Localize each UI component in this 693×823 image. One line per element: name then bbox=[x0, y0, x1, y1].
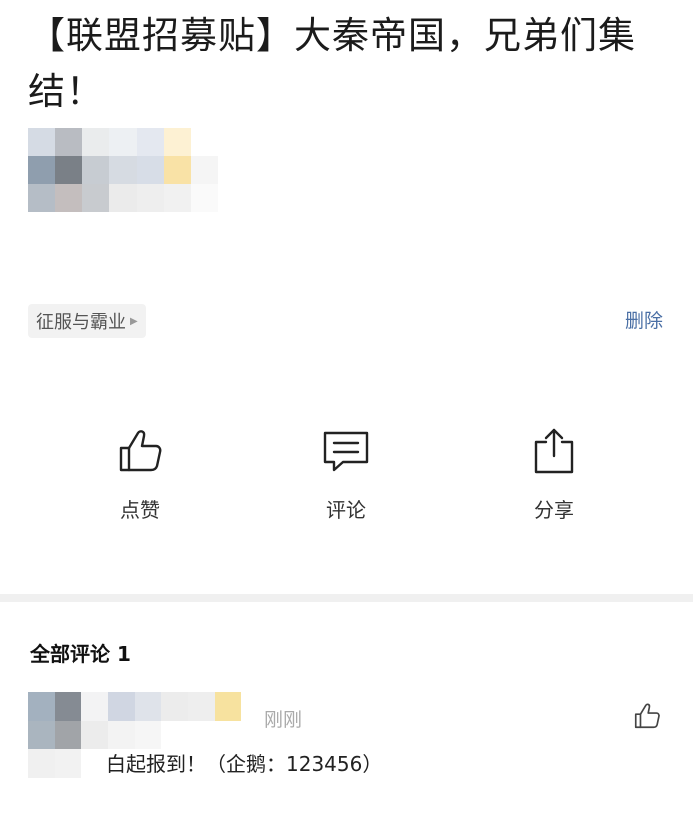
comments-header: 全部评论 1 bbox=[30, 642, 131, 666]
comment-icon bbox=[323, 431, 369, 472]
comment-like-icon[interactable] bbox=[631, 700, 663, 732]
comment-text: 白起报到！（企鹅：123456） bbox=[106, 752, 383, 776]
like-label: 点赞 bbox=[120, 498, 160, 522]
comment-button[interactable]: 评论 bbox=[286, 424, 406, 523]
action-bar: 点赞 评论 分享 bbox=[0, 424, 693, 534]
comment-label: 评论 bbox=[326, 498, 366, 522]
chevron-right-icon: ▶ bbox=[130, 315, 138, 327]
like-button[interactable]: 点赞 bbox=[80, 424, 200, 523]
post-title: 【联盟招募贴】大秦帝国，兄弟们集结！ bbox=[28, 14, 636, 113]
share-button[interactable]: 分享 bbox=[494, 424, 614, 523]
post-author-blurred bbox=[28, 128, 218, 212]
delete-button[interactable]: 删除 bbox=[625, 306, 663, 333]
category-tag-label: 征服与霸业 bbox=[36, 312, 126, 333]
thumbs-up-icon bbox=[119, 430, 162, 472]
category-tag[interactable]: 征服与霸业 ▶ bbox=[28, 304, 146, 338]
share-icon bbox=[534, 428, 574, 474]
comment-time: 刚刚 bbox=[264, 709, 303, 731]
share-label: 分享 bbox=[534, 498, 574, 522]
section-divider bbox=[0, 594, 693, 602]
